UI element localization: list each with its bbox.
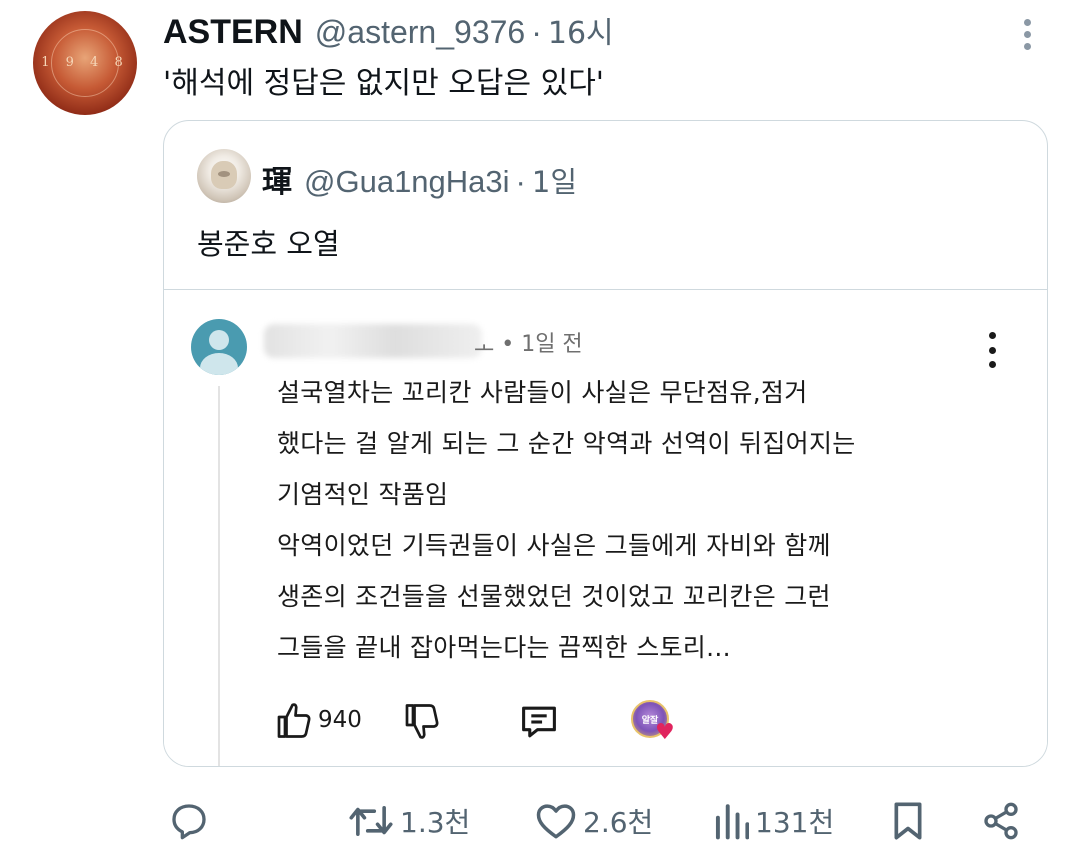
bookmark-button[interactable] <box>891 792 925 850</box>
quoted-tweet-card[interactable]: 琿 @Gua1ngHa3i · 1일 봉준호 오열 ᅟᅩ • 1일 전 설국열차… <box>163 120 1048 767</box>
comment-body: 설국열차는 꼬리칸 사람들이 사실은 무단점유,점거 했다는 걸 알게 되는 그… <box>277 367 977 673</box>
reply-button[interactable] <box>169 792 215 850</box>
quoted-tweet-image[interactable]: ᅟᅩ • 1일 전 설국열차는 꼬리칸 사람들이 사실은 무단점유,점거 했다는… <box>164 289 1047 766</box>
quoted-tweet-timestamp[interactable]: 1일 <box>532 159 577 201</box>
comment-line: 설국열차는 꼬리칸 사람들이 사실은 무단점유,점거 <box>277 378 808 407</box>
share-button[interactable] <box>981 792 1021 850</box>
thread-line <box>218 386 220 766</box>
like-count: 2.6천 <box>583 806 654 839</box>
comment-line: 했다는 걸 알게 되는 그 순간 악역과 선역이 뒤집어지는 <box>277 429 856 458</box>
comment-like: 940 <box>276 700 362 740</box>
tweet-action-bar: 1.3천 2.6천 131천 <box>163 792 1033 850</box>
author-handle[interactable]: @astern_9376 <box>315 14 525 51</box>
commenter-avatar-icon <box>191 319 247 375</box>
comment-line: 기염적인 작품임 <box>277 480 449 509</box>
quoted-tweet-header: 琿 @Gua1ngHa3i · 1일 <box>262 157 577 201</box>
comment-actions: 940 알잘 ♥ <box>276 700 696 748</box>
comment-line: 악역이었던 기득권들이 사실은 그들에게 자비와 함께 <box>277 531 831 560</box>
quoted-author-avatar[interactable] <box>197 149 251 203</box>
header-separator: · <box>531 14 542 50</box>
quoted-author-handle[interactable]: @Gua1ngHa3i <box>304 164 510 200</box>
reply-icon <box>522 706 556 738</box>
author-avatar[interactable]: 1 9 4 8 <box>33 11 137 115</box>
tweet-text: '해석에 정답은 없지만 오답은 있다' <box>163 66 605 101</box>
creator-heart-icon: 알잘 ♥ <box>631 700 677 746</box>
quoted-tweet-text: 봉준호 오열 <box>197 227 340 261</box>
comment-line: 생존의 조건들을 선물했었던 것이었고 꼬리칸은 그런 <box>277 582 831 611</box>
avatar-logo-text: 1 9 4 8 <box>41 55 129 70</box>
tweet-timestamp[interactable]: 16시 <box>548 8 614 52</box>
retweet-button[interactable]: 1.3천 <box>348 792 470 850</box>
views-count: 131천 <box>755 806 835 839</box>
views-button[interactable]: 131천 <box>713 792 834 850</box>
thumbs-up-icon <box>277 703 311 738</box>
quoted-header-separator: · <box>515 164 526 199</box>
author-display-name[interactable]: ASTERN <box>163 13 303 52</box>
comment-like-count: 940 <box>318 707 362 733</box>
thumbs-down-icon <box>405 704 439 739</box>
heart-icon <box>536 804 576 839</box>
views-icon <box>715 804 749 840</box>
like-button[interactable]: 2.6천 <box>535 792 653 850</box>
tweet-header: ASTERN @astern_9376 · 16시 <box>163 8 614 52</box>
comment-dislike <box>404 702 440 746</box>
comment-reply <box>519 702 559 746</box>
comment-more-icon <box>982 332 1002 368</box>
retweet-count: 1.3천 <box>400 806 471 839</box>
quoted-author-name[interactable]: 琿 <box>262 157 292 201</box>
dog-photo-icon <box>211 161 237 189</box>
retweet-icon <box>349 806 393 836</box>
more-options-icon[interactable] <box>1012 14 1042 54</box>
share-icon <box>984 802 1018 840</box>
reply-icon <box>172 804 206 840</box>
bookmark-icon <box>894 802 922 840</box>
redacted-username <box>264 324 482 358</box>
comment-line: 그들을 끝내 잡아먹는다는 끔찍한 스토리... <box>277 633 731 662</box>
comment-meta: ᅟᅩ • 1일 전 <box>474 332 583 357</box>
